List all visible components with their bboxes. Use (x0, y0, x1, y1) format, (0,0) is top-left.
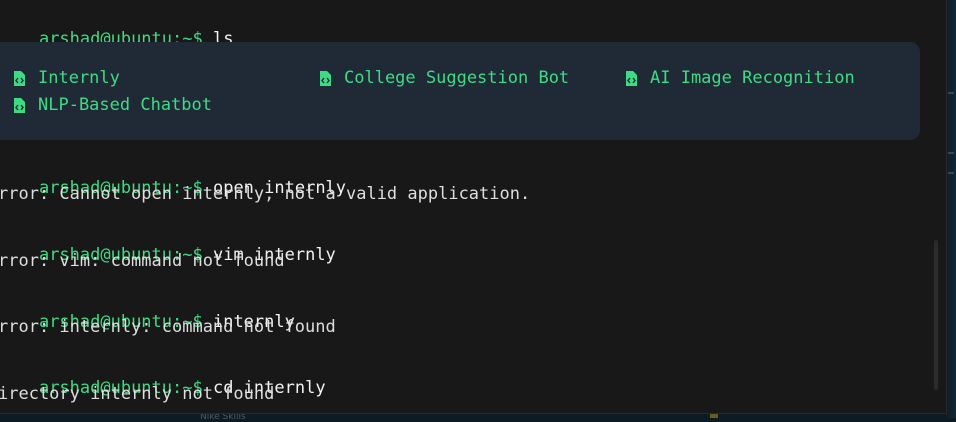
error-output: rror: Cannot open internly, not a valid … (0, 184, 531, 204)
ls-item-label: College Suggestion Bot (344, 68, 570, 88)
background-tick (948, 172, 954, 174)
error-output: irectory internly not found (0, 384, 275, 404)
error-output: rror: internly: command not found (0, 317, 336, 337)
code-file-icon (14, 97, 25, 113)
background-tick (948, 152, 954, 154)
code-file-icon (320, 70, 331, 86)
background-edge (946, 0, 956, 418)
ls-item-nlp-based-chatbot[interactable]: NLP-Based Chatbot (13, 94, 212, 116)
ls-item-label: NLP-Based Chatbot (38, 95, 212, 115)
terminal-window[interactable]: arshad@ubuntu:~$ ls Internly College Sug… (0, 0, 947, 414)
ls-item-ai-image-recognition[interactable]: AI Image Recognition (625, 67, 855, 89)
scrollbar-thumb[interactable] (934, 240, 938, 390)
ls-item-college-suggestion-bot[interactable]: College Suggestion Bot (319, 67, 569, 89)
background-tick (948, 92, 954, 94)
code-file-icon (14, 70, 25, 86)
ls-output-panel (0, 42, 920, 140)
ls-item-label: Internly (38, 68, 120, 88)
scrollbar[interactable] (934, 0, 942, 413)
ls-item-label: AI Image Recognition (650, 68, 855, 88)
error-output: rror: vim: command not found (0, 251, 285, 271)
ls-item-internly[interactable]: Internly (13, 67, 120, 89)
code-file-icon (626, 70, 637, 86)
